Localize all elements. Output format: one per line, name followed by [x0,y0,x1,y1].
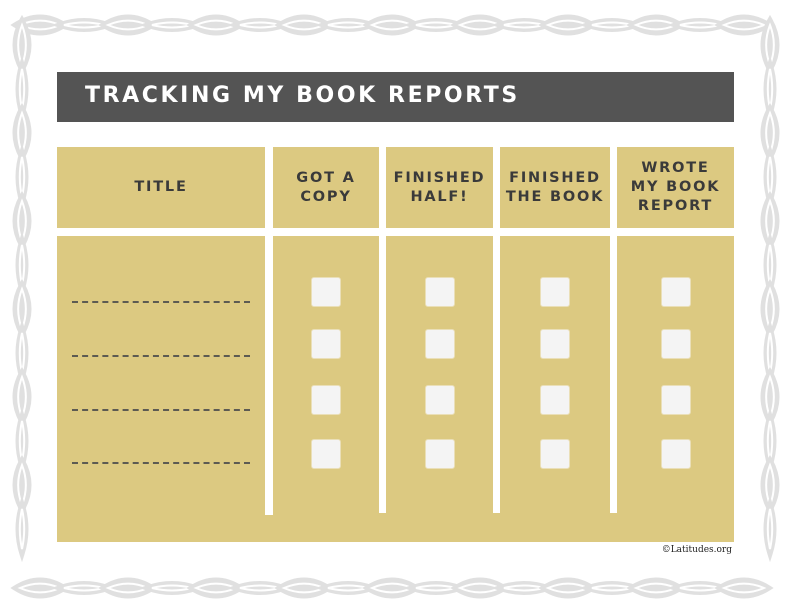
checkbox-finished-half[interactable] [424,439,455,469]
checkbox-finished-book[interactable] [540,385,570,415]
header-divider [57,228,734,236]
column-header-title: TITLE [57,147,265,228]
title-write-line[interactable] [72,462,250,464]
book-report-table: TITLE GOT A COPY FINISHED HALF! FINISHED TH… [57,147,734,542]
column-header-wrote-report: WROTE MY BOOK REPORT [617,147,734,228]
column-divider [493,147,500,513]
title-bar: TRACKING MY BOOK REPORTS [57,72,734,122]
checkbox-finished-half[interactable] [424,385,455,415]
checkbox-wrote-report[interactable] [660,329,691,359]
border-leaf-ornament [15,495,29,563]
checkbox-wrote-report[interactable] [660,439,691,469]
column-header-finished-half: FINISHED HALF! [386,147,493,228]
checkbox-wrote-report[interactable] [660,385,691,415]
checkbox-got-copy[interactable] [311,329,341,359]
title-write-line[interactable] [72,301,250,303]
column-header-label: GOT A COPY [296,169,356,205]
column-divider [379,147,386,513]
border-leaf-ornament [763,495,777,563]
checkbox-got-copy[interactable] [311,439,341,469]
column-header-finished-book: FINISHED THE BOOK [500,147,610,228]
column-header-label: FINISHED HALF! [393,169,486,205]
column-header-label: WROTE MY BOOK REPORT [630,160,721,214]
border-leaf-ornament [714,14,774,36]
column-header-got-copy: GOT A COPY [273,147,379,228]
checkbox-got-copy[interactable] [311,277,341,307]
checkbox-finished-half[interactable] [424,277,455,307]
border-leaf-ornament [714,577,774,599]
checkbox-finished-book[interactable] [540,439,570,469]
column-divider [265,147,273,515]
checkbox-finished-half[interactable] [424,329,455,359]
column-header-label: TITLE [134,179,188,195]
page-title: TRACKING MY BOOK REPORTS [85,83,520,108]
checkbox-finished-book[interactable] [540,329,570,359]
title-write-line[interactable] [72,409,250,411]
column-divider [610,147,617,513]
checkbox-finished-book[interactable] [540,277,570,307]
checkbox-got-copy[interactable] [311,385,341,415]
title-write-line[interactable] [72,355,250,357]
column-header-label: FINISHED THE BOOK [505,169,605,205]
copyright-text: ©Latitudes.org [661,545,732,555]
checkbox-wrote-report[interactable] [660,277,691,307]
